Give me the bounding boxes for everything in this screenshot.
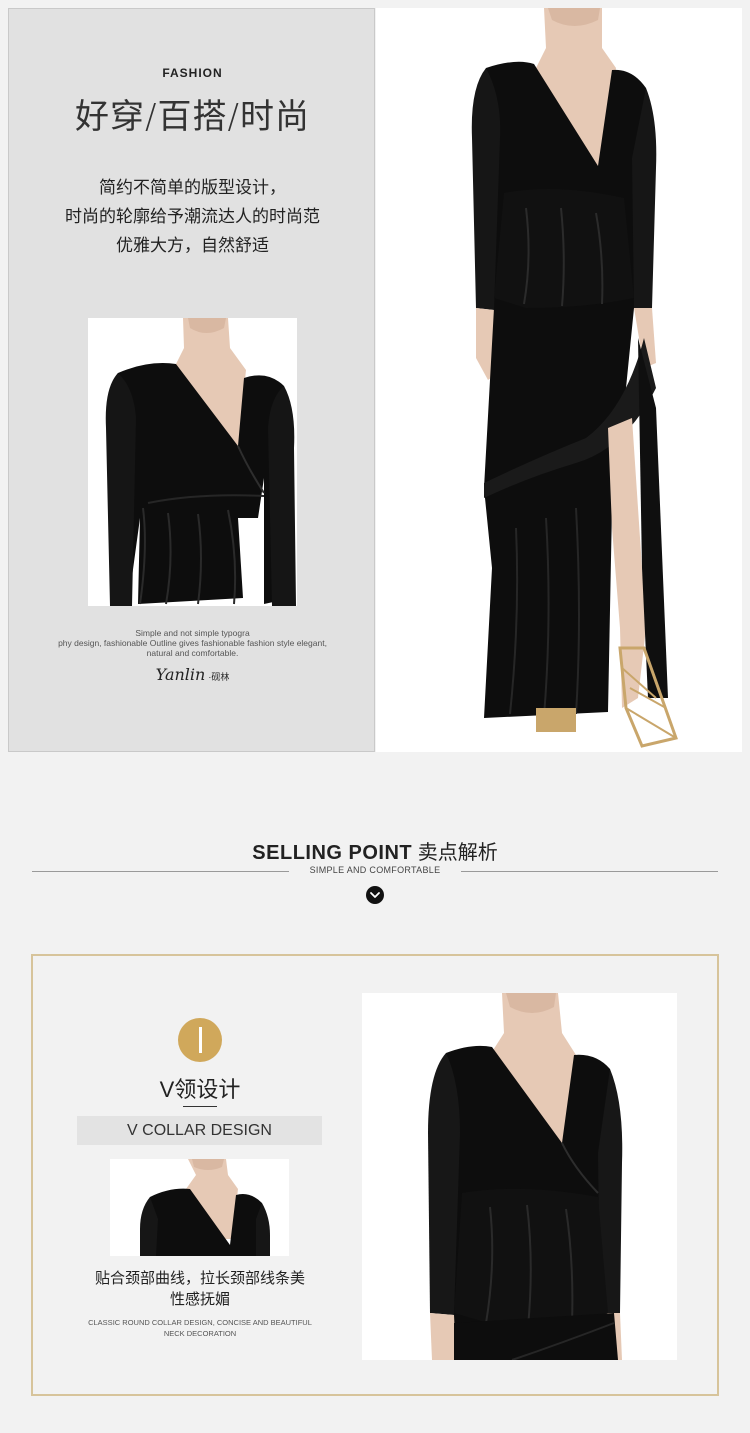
selling-point-title: SELLING POINT 卖点解析 xyxy=(0,836,750,865)
feature-description-en: CLASSIC ROUND COLLAR DESIGN, CONCISE AND… xyxy=(83,1317,317,1339)
feature-title-underline xyxy=(183,1106,217,1107)
caption-line: phy design, fashionable Outline gives fa… xyxy=(58,638,327,648)
collar-closeup-photo xyxy=(110,1159,289,1256)
selling-point-subtitle: SIMPLE AND COMFORTABLE xyxy=(309,865,441,875)
brand-logo-text: Yanlin xyxy=(155,665,206,684)
caption-english: Simple and not simple typogra phy design… xyxy=(29,628,356,658)
caption-line: natural and comfortable. xyxy=(146,648,239,658)
feature-description-line: 贴合颈部曲线，拉长颈部线条美 xyxy=(94,1270,305,1287)
feature-description: 贴合颈部曲线，拉长颈部线条美 性感抚媚 xyxy=(63,1268,337,1310)
feature-description-en-line: NECK DECORATION xyxy=(163,1329,237,1338)
selling-point-title-en: SELLING POINT xyxy=(252,842,413,864)
intro-line: 简约不简单的版型设计， xyxy=(99,178,286,197)
feature-title: V领设计 xyxy=(159,1077,241,1102)
headline: 好穿/百搭/时尚 xyxy=(75,97,310,137)
fashion-kicker: FASHION xyxy=(162,66,223,80)
intro-panel: FASHION 好穿/百搭/时尚 简约不简单的版型设计， 时尚的轮廓给予潮流达人… xyxy=(8,8,375,752)
full-length-dress-photo xyxy=(376,8,742,752)
brand-chinese-name: ·砚林 xyxy=(208,672,230,682)
feature-description-en-line: CLASSIC ROUND COLLAR DESIGN, CONCISE AND… xyxy=(88,1318,312,1327)
roman-numeral-one-icon xyxy=(199,1027,202,1053)
caption-line: Simple and not simple typogra xyxy=(135,628,250,638)
feature-card-v-collar: V领设计 V COLLAR DESIGN 贴合颈部曲线，拉长颈部线条美 性感抚媚… xyxy=(31,954,719,1396)
brand-logo: Yanlin ·砚林 xyxy=(9,665,376,685)
feature-number-badge xyxy=(178,1018,222,1062)
intro-line: 时尚的轮廓给予潮流达人的时尚范 xyxy=(65,207,320,226)
chevron-down-icon xyxy=(366,886,384,904)
dress-top-photo xyxy=(88,318,297,606)
v-collar-model-photo xyxy=(362,993,677,1360)
selling-point-title-cn: 卖点解析 xyxy=(417,842,498,864)
feature-label-band: V COLLAR DESIGN xyxy=(77,1116,322,1145)
intro-line: 优雅大方，自然舒适 xyxy=(116,236,269,255)
intro-text: 简约不简单的版型设计， 时尚的轮廓给予潮流达人的时尚范 优雅大方，自然舒适 xyxy=(9,173,376,260)
feature-description-line: 性感抚媚 xyxy=(169,1291,230,1308)
